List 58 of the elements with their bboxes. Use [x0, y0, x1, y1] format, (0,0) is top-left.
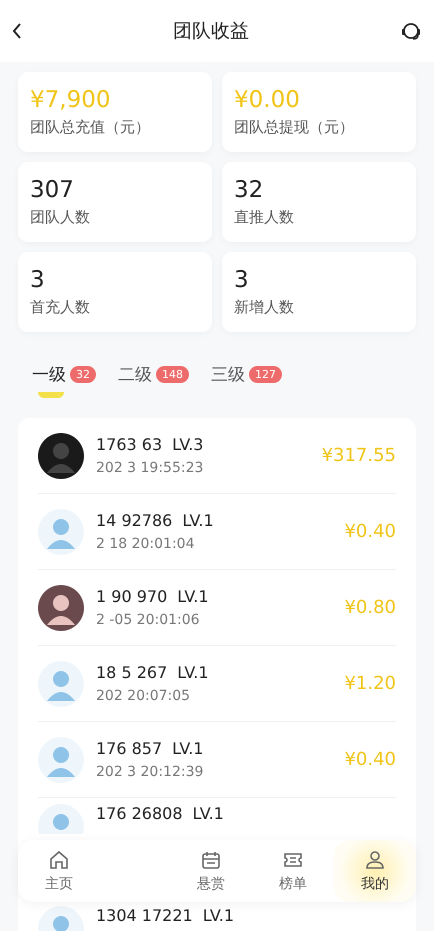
nav-tab[interactable]: 榜单: [252, 840, 334, 902]
join-time: 2 -05 20:01:06: [96, 612, 201, 628]
member-level: LV.1: [172, 739, 204, 758]
stat-label: 首充人数: [30, 298, 91, 317]
avatar-icon: [38, 660, 84, 706]
member-level: LV.1: [177, 587, 209, 606]
home-icon: [48, 849, 70, 871]
join-time: 2 18 20:01:04: [96, 536, 196, 552]
avatar-icon: [38, 508, 84, 554]
back-icon[interactable]: [12, 23, 22, 39]
join-time: 202 3 20:12:39: [96, 764, 204, 780]
member-id: 1763 63: [96, 435, 162, 454]
join-time: 202 20:07:05: [96, 688, 192, 704]
level-tab[interactable]: 二级 148: [118, 362, 189, 386]
member-level: LV.1: [202, 906, 234, 925]
member-level: LV.3: [172, 435, 204, 454]
stat-label: 直推人数: [234, 208, 295, 227]
page-title: 团队收益: [173, 19, 249, 44]
stat-label: 新增人数: [234, 298, 295, 317]
person-icon: [364, 849, 386, 871]
stat-value: 307: [30, 176, 75, 204]
avatar-icon: [38, 804, 84, 834]
stat-value: 32: [234, 176, 264, 204]
stat-value: 3: [234, 266, 250, 294]
stat-value: ¥7,900: [30, 86, 112, 114]
avatar-icon: [38, 906, 84, 931]
nav-tab[interactable]: 我的: [334, 840, 416, 902]
earning-amount: ¥317.55: [322, 445, 396, 466]
stat-value: ¥0.00: [234, 86, 301, 114]
stat-label: 团队总充值（元）: [30, 118, 151, 137]
nav-tab[interactable]: 悬赏: [170, 840, 252, 902]
earning-amount: ¥0.80: [344, 597, 396, 618]
stat-value: 3: [30, 266, 46, 294]
earning-amount: ¥0.40: [344, 749, 396, 770]
member-id: 176 857: [96, 739, 162, 758]
avatar-icon: [38, 736, 84, 782]
member-level: LV.1: [177, 663, 209, 682]
avatar-icon: [38, 584, 84, 630]
nav-tab[interactable]: 主页: [18, 840, 100, 902]
member-level: LV.1: [182, 511, 214, 530]
count-badge: 32: [70, 366, 96, 382]
stat-label: 团队人数: [30, 208, 91, 227]
member-id: 176 26808: [96, 804, 183, 823]
member-id: 1304 17221: [96, 906, 193, 925]
headset-icon[interactable]: [400, 20, 422, 42]
member-id: 18 5 267: [96, 663, 168, 682]
stat-label: 团队总提现（元）: [234, 118, 355, 137]
join-time: 202 3 19:55:23: [96, 460, 204, 476]
earning-amount: ¥1.20: [344, 673, 396, 694]
member-id: 1 90 970: [96, 587, 168, 606]
level-tab[interactable]: 三级 127: [211, 362, 282, 386]
calendar-icon: [200, 849, 222, 871]
count-badge: 127: [249, 366, 282, 382]
member-level: LV.1: [192, 804, 224, 823]
member-id: 14 92786: [96, 511, 172, 530]
earning-amount: ¥0.40: [344, 521, 396, 542]
avatar-icon: [38, 432, 84, 478]
count-badge: 148: [156, 366, 189, 382]
